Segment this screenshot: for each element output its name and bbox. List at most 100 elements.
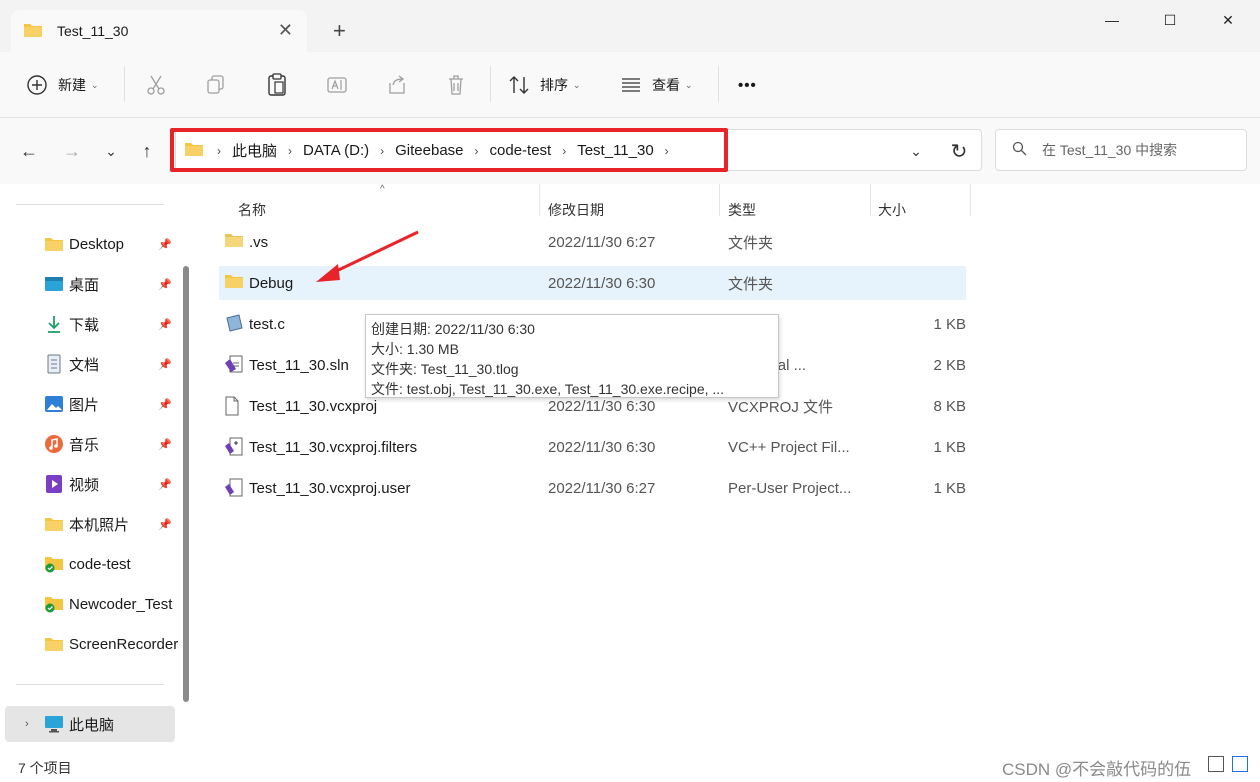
breadcrumb-item[interactable]: Giteebase: [395, 142, 463, 159]
breadcrumb-item[interactable]: 此电脑: [232, 140, 277, 161]
sidebar-item-downloads[interactable]: 下载 📌: [0, 306, 178, 342]
column-header-date[interactable]: 修改日期: [548, 200, 604, 220]
chevron-down-icon: ⌄: [685, 79, 693, 90]
copy-icon: [206, 74, 226, 96]
file-name: test.c: [249, 315, 285, 333]
maximize-button[interactable]: ☐: [1158, 8, 1182, 32]
breadcrumb-item[interactable]: code-test: [490, 142, 552, 159]
up-button[interactable]: ↑: [134, 138, 160, 164]
view-button[interactable]: 查看 ⌄: [620, 70, 693, 100]
red-annotation-arrow: [316, 230, 419, 282]
pin-icon[interactable]: 📌: [158, 478, 172, 491]
synced-folder-icon: [44, 594, 64, 614]
music-icon: [44, 434, 64, 454]
breadcrumb-separator-icon: ›: [217, 143, 221, 158]
sidebar-item-label: Desktop: [69, 235, 125, 253]
pin-icon[interactable]: 📌: [158, 318, 172, 331]
breadcrumb-item[interactable]: DATA (D:): [303, 142, 369, 159]
search-input[interactable]: 在 Test_11_30 中搜索: [995, 129, 1247, 171]
file-list: ^ 名称 修改日期 类型 大小 .vs 2022/11/30 6:27 文件夹 …: [198, 184, 1260, 748]
sidebar-item-screenrecorder[interactable]: ScreenRecorder: [0, 626, 178, 662]
pin-icon[interactable]: 📌: [158, 438, 172, 451]
folder-icon: [224, 273, 244, 293]
close-tab-icon[interactable]: ✕: [278, 20, 293, 41]
column-divider[interactable]: [970, 184, 971, 216]
file-date: 2022/11/30 6:30: [548, 274, 656, 292]
column-divider[interactable]: [539, 184, 540, 216]
sidebar-item-newcoder-test[interactable]: Newcoder_Test: [0, 586, 178, 622]
sidebar-divider: [16, 684, 164, 685]
breadcrumb-separator-icon: ›: [562, 143, 567, 158]
file-name: Test_11_30.vcxproj.user: [249, 479, 411, 497]
file-size: 8 KB: [933, 397, 966, 415]
sidebar-scrollbar[interactable]: [183, 266, 189, 702]
forward-button[interactable]: →: [59, 138, 85, 164]
breadcrumb: › 此电脑 › DATA (D:) › Giteebase › code-tes…: [184, 140, 680, 161]
sidebar-item-label: 音乐: [69, 436, 100, 454]
file-name: .vs: [249, 233, 269, 251]
search-icon: [1012, 141, 1028, 160]
sort-label: 排序: [540, 77, 568, 93]
file-row-user[interactable]: Test_11_30.vcxproj.user 2022/11/30 6:27 …: [219, 471, 966, 505]
title-bar: Test_11_30 ✕ + — ☐ ✕: [0, 0, 1260, 52]
chevron-down-icon: ⌄: [573, 79, 581, 90]
pin-icon[interactable]: 📌: [158, 238, 172, 251]
minimize-button[interactable]: —: [1100, 8, 1124, 32]
breadcrumb-separator-icon[interactable]: ›: [665, 144, 669, 158]
recent-locations-button[interactable]: ⌄: [98, 138, 124, 164]
sidebar-item-videos[interactable]: 视频 📌: [0, 466, 178, 502]
share-icon: [386, 74, 408, 96]
new-tab-button[interactable]: +: [333, 18, 346, 44]
paste-button[interactable]: [266, 70, 288, 100]
sidebar-item-zhuomian[interactable]: 桌面 📌: [0, 266, 178, 302]
pin-icon[interactable]: 📌: [158, 358, 172, 371]
clipboard-icon: [266, 73, 288, 97]
delete-button[interactable]: [446, 70, 466, 100]
sidebar-item-music[interactable]: 音乐 📌: [0, 426, 178, 462]
pin-icon[interactable]: 📌: [158, 518, 172, 531]
details-view-icon[interactable]: [1208, 756, 1224, 772]
sidebar-item-label: 此电脑: [69, 716, 115, 734]
back-button[interactable]: ←: [16, 138, 42, 164]
share-button[interactable]: [386, 70, 408, 100]
file-type: Per-User Project...: [728, 479, 852, 497]
file-date: 2022/11/30 6:27: [548, 233, 656, 251]
tab-title: Test_11_30: [57, 23, 129, 39]
file-name: Test_11_30.vcxproj: [249, 397, 378, 415]
sidebar-item-desktop[interactable]: Desktop 📌: [0, 226, 178, 262]
column-divider[interactable]: [719, 184, 720, 216]
file-type: 文件夹: [728, 234, 774, 252]
new-label: 新建: [58, 77, 86, 93]
column-header-size[interactable]: 大小: [878, 200, 906, 220]
close-window-button[interactable]: ✕: [1216, 8, 1240, 32]
folder-icon: [23, 22, 43, 41]
rename-button[interactable]: [326, 70, 348, 100]
file-icon: [224, 396, 244, 416]
chevron-right-icon[interactable]: ›: [25, 718, 29, 730]
picture-icon: [44, 394, 64, 414]
cut-button[interactable]: [146, 70, 166, 100]
column-header-type[interactable]: 类型: [728, 200, 756, 220]
sidebar-item-code-test[interactable]: code-test: [0, 546, 178, 582]
sidebar-item-photos[interactable]: 本机照片 📌: [0, 506, 178, 542]
file-row-filters[interactable]: Test_11_30.vcxproj.filters 2022/11/30 6:…: [219, 430, 966, 464]
tiles-view-icon[interactable]: [1232, 756, 1248, 772]
c-file-icon: [224, 314, 244, 334]
folder-icon: [44, 234, 64, 254]
sort-button[interactable]: 排序 ⌄: [508, 70, 581, 100]
refresh-button[interactable]: ↻: [946, 138, 972, 164]
sidebar-item-pictures[interactable]: 图片 📌: [0, 386, 178, 422]
more-options-button[interactable]: •••: [738, 70, 757, 100]
address-history-button[interactable]: ⌄: [903, 138, 929, 164]
pin-icon[interactable]: 📌: [158, 398, 172, 411]
copy-button[interactable]: [206, 70, 226, 100]
pin-icon[interactable]: 📌: [158, 278, 172, 291]
new-button[interactable]: 新建 ⌄: [26, 70, 99, 100]
tab-test-11-30[interactable]: Test_11_30 ✕: [11, 10, 307, 52]
column-divider[interactable]: [870, 184, 871, 216]
sidebar-item-this-pc[interactable]: › 此电脑: [5, 706, 175, 742]
column-header-name[interactable]: 名称: [238, 200, 266, 220]
breadcrumb-item[interactable]: Test_11_30: [577, 142, 653, 159]
sidebar-item-documents[interactable]: 文档 📌: [0, 346, 178, 382]
status-bar: 7 个项目 CSDN @不会敲代码的伍: [0, 748, 1260, 782]
